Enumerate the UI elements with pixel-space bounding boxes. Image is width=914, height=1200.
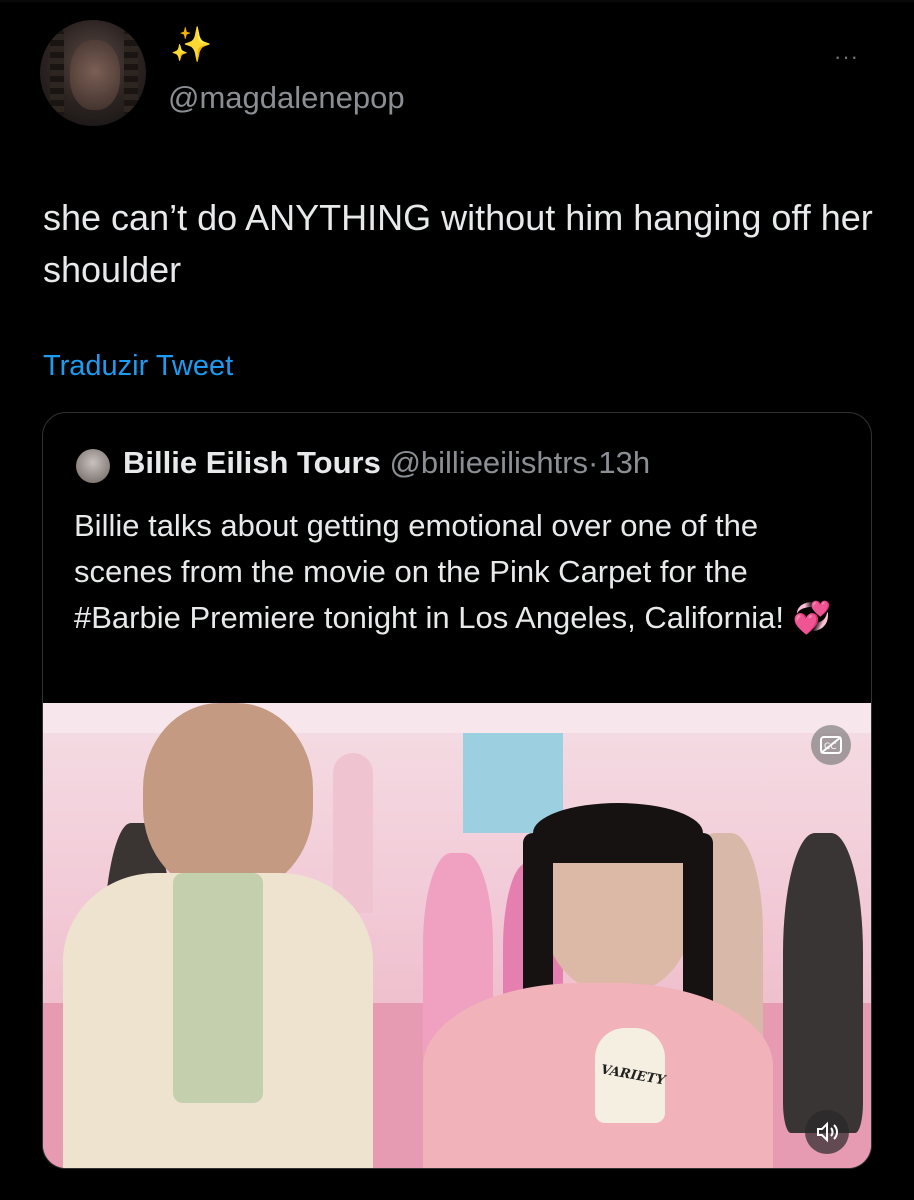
top-divider	[0, 0, 914, 2]
woman-hair-bangs	[533, 803, 703, 863]
closed-captions-off-icon[interactable]: CC	[811, 725, 851, 765]
quoted-tweet-header: Billie Eilish Tours @billieeilishtrs·13h	[123, 445, 650, 481]
man-head	[143, 703, 313, 893]
quoted-tweet-time[interactable]: 13h	[598, 445, 650, 480]
quoted-author-name[interactable]: Billie Eilish Tours	[123, 445, 381, 480]
background-person	[783, 833, 863, 1133]
avatar-hair	[124, 28, 138, 118]
tweet-text: she can’t do ANYTHING without him hangin…	[43, 197, 873, 290]
volume-muted-icon[interactable]	[805, 1110, 849, 1154]
separator-dot: ·	[588, 445, 599, 480]
author-avatar[interactable]	[40, 20, 146, 126]
quoted-author-handle[interactable]: @billieeilishtrs	[389, 445, 588, 480]
display-name[interactable]: ✨	[170, 28, 212, 62]
background-structure	[333, 753, 373, 913]
avatar-face	[70, 40, 120, 110]
more-options-icon[interactable]: ···	[834, 44, 859, 70]
quoted-tweet-card[interactable]: Billie Eilish Tours @billieeilishtrs·13h…	[42, 412, 872, 1169]
author-handle[interactable]: @magdalenepop	[168, 80, 405, 116]
quoted-tweet-text: Billie talks about getting emotional ove…	[74, 503, 844, 641]
quoted-author-avatar[interactable]	[76, 449, 110, 483]
svg-text:CC: CC	[824, 742, 837, 752]
two-hearts-emoji: 💞	[792, 600, 832, 635]
man-shirt	[173, 873, 263, 1103]
video-player[interactable]: VARIETY CC	[43, 703, 871, 1168]
translate-tweet-link[interactable]: Traduzir Tweet	[43, 350, 233, 383]
quoted-tweet-body: Billie talks about getting emotional ove…	[74, 508, 784, 635]
avatar-hair	[50, 28, 64, 118]
